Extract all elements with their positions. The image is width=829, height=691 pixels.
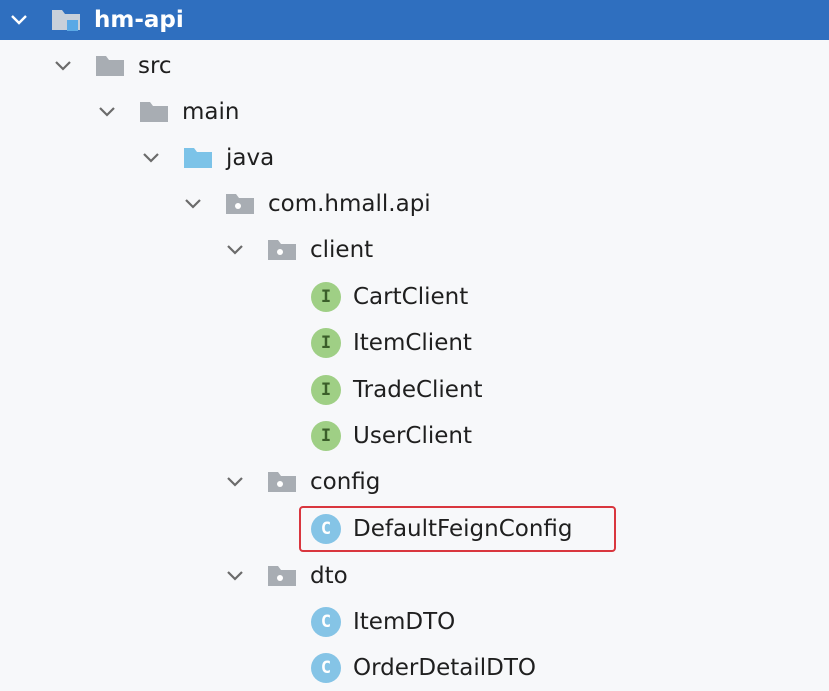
chevron-down-icon[interactable]	[224, 471, 246, 493]
tree-node-label: java	[226, 145, 275, 171]
chevron-down-icon[interactable]	[224, 565, 246, 587]
class-icon: C	[311, 607, 341, 637]
chevron-down-icon[interactable]	[8, 9, 30, 31]
tree-node-label: CartClient	[353, 284, 469, 310]
tree-node-label: config	[310, 469, 381, 495]
folder-icon	[138, 98, 172, 126]
tree-node-label: DefaultFeignConfig	[353, 516, 573, 542]
tree-node-label: client	[310, 237, 374, 263]
tree-node-label: TradeClient	[353, 377, 483, 403]
module-folder-icon	[50, 6, 84, 34]
tree-node-item-client[interactable]: I ItemClient	[0, 321, 829, 365]
interface-icon: I	[311, 328, 341, 358]
tree-node-main[interactable]: main	[0, 90, 829, 134]
tree-node-label: hm-api	[94, 7, 184, 33]
package-icon	[266, 236, 300, 264]
tree-node-config[interactable]: config	[0, 460, 829, 504]
tree-node-hm-api[interactable]: hm-api	[0, 0, 829, 40]
package-icon	[224, 190, 258, 218]
tree-node-client[interactable]: client	[0, 228, 829, 272]
tree-node-order-detail-dto[interactable]: C OrderDetailDTO	[0, 646, 829, 690]
tree-node-cart-client[interactable]: I CartClient	[0, 275, 829, 319]
chevron-down-icon[interactable]	[52, 55, 74, 77]
tree-node-label: OrderDetailDTO	[353, 655, 536, 681]
package-icon	[266, 562, 300, 590]
class-icon: C	[311, 514, 341, 544]
tree-node-label: ItemDTO	[353, 609, 456, 635]
tree-node-label: dto	[310, 563, 348, 589]
tree-node-trade-client[interactable]: I TradeClient	[0, 368, 829, 412]
project-tree: hm-api src main java com.hmall.api clien…	[0, 0, 829, 691]
tree-node-src[interactable]: src	[0, 44, 829, 88]
package-icon	[266, 468, 300, 496]
chevron-down-icon[interactable]	[182, 193, 204, 215]
tree-node-item-dto[interactable]: C ItemDTO	[0, 600, 829, 644]
chevron-down-icon[interactable]	[96, 101, 118, 123]
source-root-folder-icon	[182, 144, 216, 172]
tree-node-user-client[interactable]: I UserClient	[0, 414, 829, 458]
chevron-down-icon[interactable]	[140, 147, 162, 169]
tree-node-dto[interactable]: dto	[0, 554, 829, 598]
chevron-down-icon[interactable]	[224, 239, 246, 261]
tree-node-java[interactable]: java	[0, 136, 829, 180]
interface-icon: I	[311, 375, 341, 405]
interface-icon: I	[311, 282, 341, 312]
tree-node-label: main	[182, 99, 240, 125]
folder-icon	[94, 52, 128, 80]
tree-node-label: src	[138, 53, 172, 79]
tree-node-label: UserClient	[353, 423, 473, 449]
tree-node-com-hmall-api[interactable]: com.hmall.api	[0, 182, 829, 226]
interface-icon: I	[311, 421, 341, 451]
tree-node-default-feign-config[interactable]: C DefaultFeignConfig	[0, 507, 829, 551]
class-icon: C	[311, 653, 341, 683]
tree-node-label: com.hmall.api	[268, 191, 431, 217]
tree-node-label: ItemClient	[353, 330, 472, 356]
